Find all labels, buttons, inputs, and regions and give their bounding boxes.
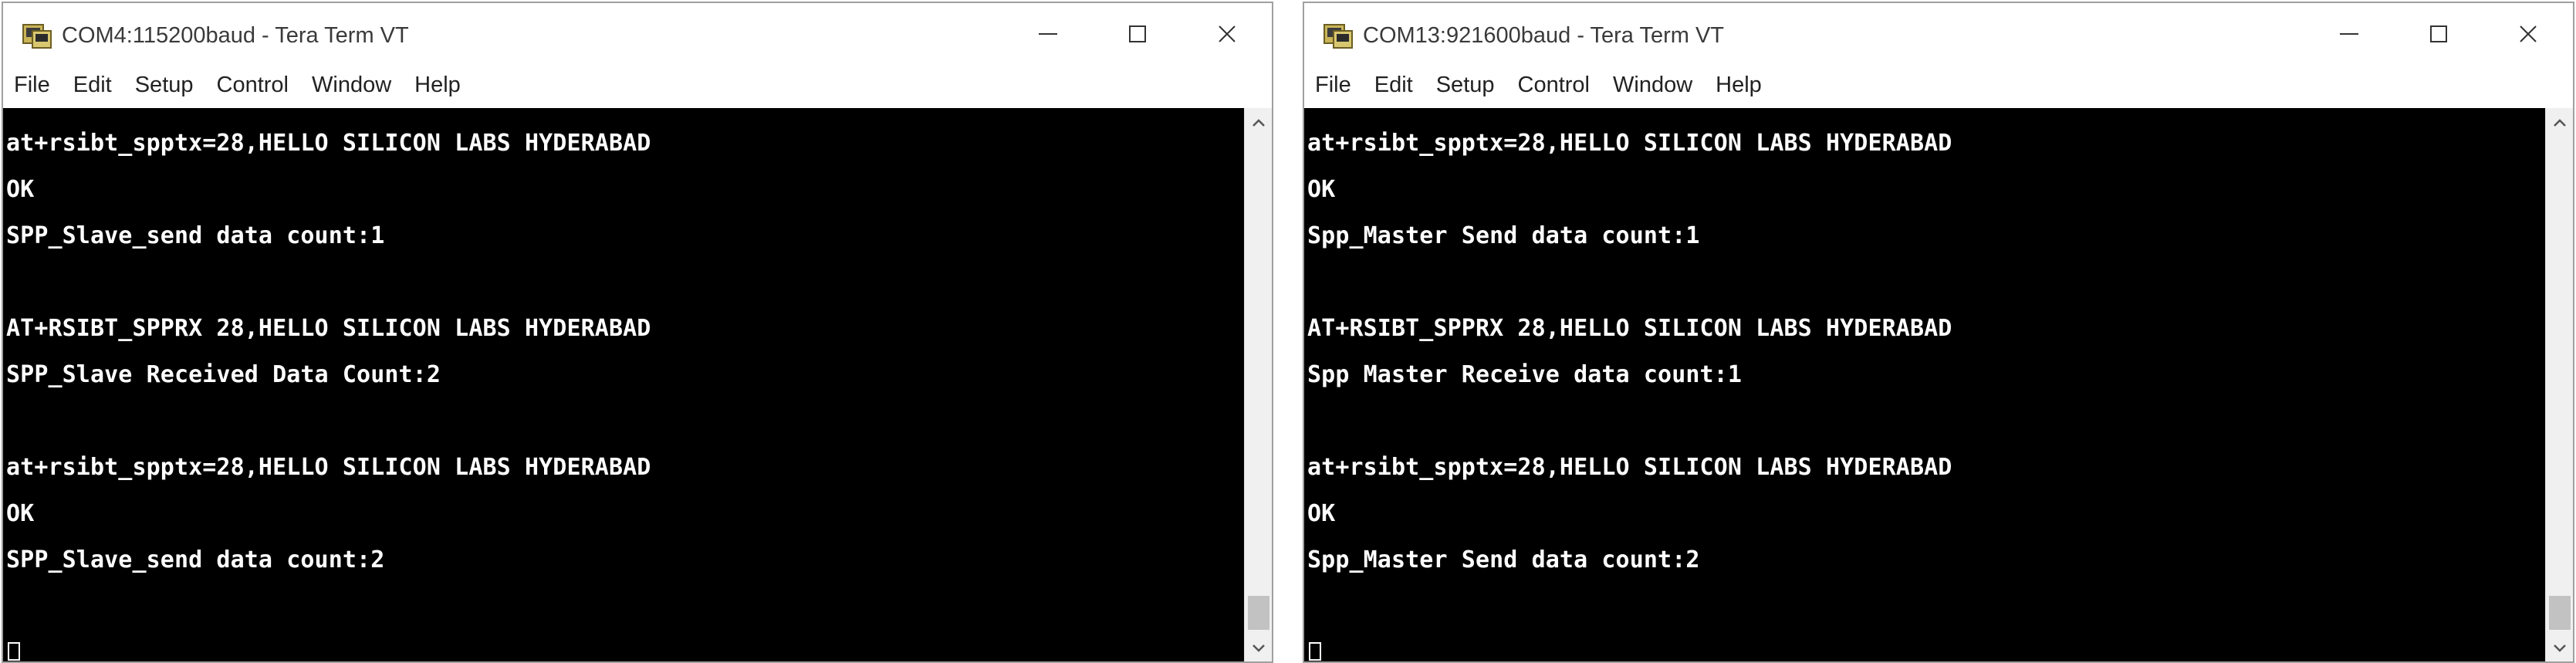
- terminal-output[interactable]: at+rsibt_spptx=28,HELLO SILICON LABS HYD…: [1304, 108, 2545, 661]
- scroll-thumb[interactable]: [2549, 596, 2571, 630]
- vertical-scrollbar[interactable]: [2545, 108, 2573, 661]
- terminal-line: SPP_Slave_send data count:1: [6, 222, 385, 249]
- window-title: COM13:921600baud - Tera Term VT: [1363, 23, 1725, 48]
- menu-edit[interactable]: Edit: [73, 69, 112, 100]
- window-title: COM4:115200baud - Tera Term VT: [62, 23, 409, 48]
- maximize-icon: [2430, 25, 2447, 42]
- tera-term-icon[interactable]: [22, 20, 52, 49]
- tera-term-window-com4[interactable]: COM4:115200baud - Tera Term VT File Edit…: [2, 2, 1273, 663]
- menu-bar: File Edit Setup Control Window Help: [1304, 65, 2573, 105]
- scroll-down-arrow-icon: [1253, 644, 1265, 652]
- maximize-button[interactable]: [1093, 3, 1182, 65]
- terminal-line: Spp_Master Send data count:2: [1307, 546, 1700, 573]
- menu-setup[interactable]: Setup: [1436, 69, 1495, 100]
- scroll-up-arrow-icon: [2554, 119, 2566, 127]
- menu-setup[interactable]: Setup: [135, 69, 194, 100]
- menu-file[interactable]: File: [1315, 69, 1351, 100]
- menu-window[interactable]: Window: [1613, 69, 1692, 100]
- title-bar[interactable]: COM4:115200baud - Tera Term VT: [3, 3, 1272, 65]
- maximize-button[interactable]: [2394, 3, 2483, 65]
- menu-control[interactable]: Control: [217, 69, 289, 100]
- title-bar[interactable]: COM13:921600baud - Tera Term VT: [1304, 3, 2573, 65]
- terminal-line: AT+RSIBT_SPPRX 28,HELLO SILICON LABS HYD…: [1307, 315, 1952, 342]
- terminal-line: Spp Master Receive data count:1: [1307, 361, 1743, 388]
- terminal-line: OK: [1307, 176, 1336, 203]
- close-icon: [2520, 25, 2537, 42]
- menu-bar: File Edit Setup Control Window Help: [3, 65, 1272, 105]
- terminal-line: AT+RSIBT_SPPRX 28,HELLO SILICON LABS HYD…: [6, 315, 651, 342]
- terminal-cursor: [8, 642, 20, 661]
- tera-term-icon[interactable]: [1323, 20, 1354, 49]
- minimize-button[interactable]: [1003, 3, 1093, 65]
- scroll-down-button[interactable]: [2546, 634, 2573, 661]
- close-button[interactable]: [2483, 3, 2573, 65]
- scroll-up-button[interactable]: [1245, 108, 1272, 139]
- terminal-line: Spp_Master Send data count:1: [1307, 222, 1700, 249]
- menu-help[interactable]: Help: [414, 69, 461, 100]
- scroll-up-button[interactable]: [2546, 108, 2573, 139]
- scroll-down-button[interactable]: [1245, 634, 1272, 661]
- terminal-line: OK: [6, 176, 35, 203]
- menu-file[interactable]: File: [14, 69, 50, 100]
- maximize-icon: [1129, 25, 1146, 42]
- menu-control[interactable]: Control: [1518, 69, 1591, 100]
- terminal-line: at+rsibt_spptx=28,HELLO SILICON LABS HYD…: [6, 454, 651, 481]
- scroll-up-arrow-icon: [1253, 119, 1265, 127]
- terminal-cursor: [1309, 642, 1321, 661]
- terminal-line: SPP_Slave Received Data Count:2: [6, 361, 441, 388]
- terminal-line: OK: [6, 500, 35, 527]
- menu-edit[interactable]: Edit: [1374, 69, 1413, 100]
- terminal-line: at+rsibt_spptx=28,HELLO SILICON LABS HYD…: [1307, 454, 1952, 481]
- terminal-line: SPP_Slave_send data count:2: [6, 546, 385, 573]
- terminal-line: OK: [1307, 500, 1336, 527]
- close-button[interactable]: [1182, 3, 1272, 65]
- scroll-down-arrow-icon: [2554, 644, 2566, 652]
- minimize-icon: [1039, 33, 1057, 35]
- desktop: COM4:115200baud - Tera Term VT File Edit…: [0, 0, 2576, 663]
- terminal-line: at+rsibt_spptx=28,HELLO SILICON LABS HYD…: [1307, 130, 1952, 157]
- tera-term-window-com13[interactable]: COM13:921600baud - Tera Term VT File Edi…: [1303, 2, 2574, 663]
- minimize-button[interactable]: [2304, 3, 2394, 65]
- menu-window[interactable]: Window: [312, 69, 391, 100]
- scroll-thumb[interactable]: [1248, 596, 1269, 630]
- terminal-output[interactable]: at+rsibt_spptx=28,HELLO SILICON LABS HYD…: [3, 108, 1244, 661]
- close-icon: [1219, 25, 1236, 42]
- menu-help[interactable]: Help: [1716, 69, 1762, 100]
- terminal-line: at+rsibt_spptx=28,HELLO SILICON LABS HYD…: [6, 130, 651, 157]
- minimize-icon: [2340, 33, 2358, 35]
- vertical-scrollbar[interactable]: [1244, 108, 1272, 661]
